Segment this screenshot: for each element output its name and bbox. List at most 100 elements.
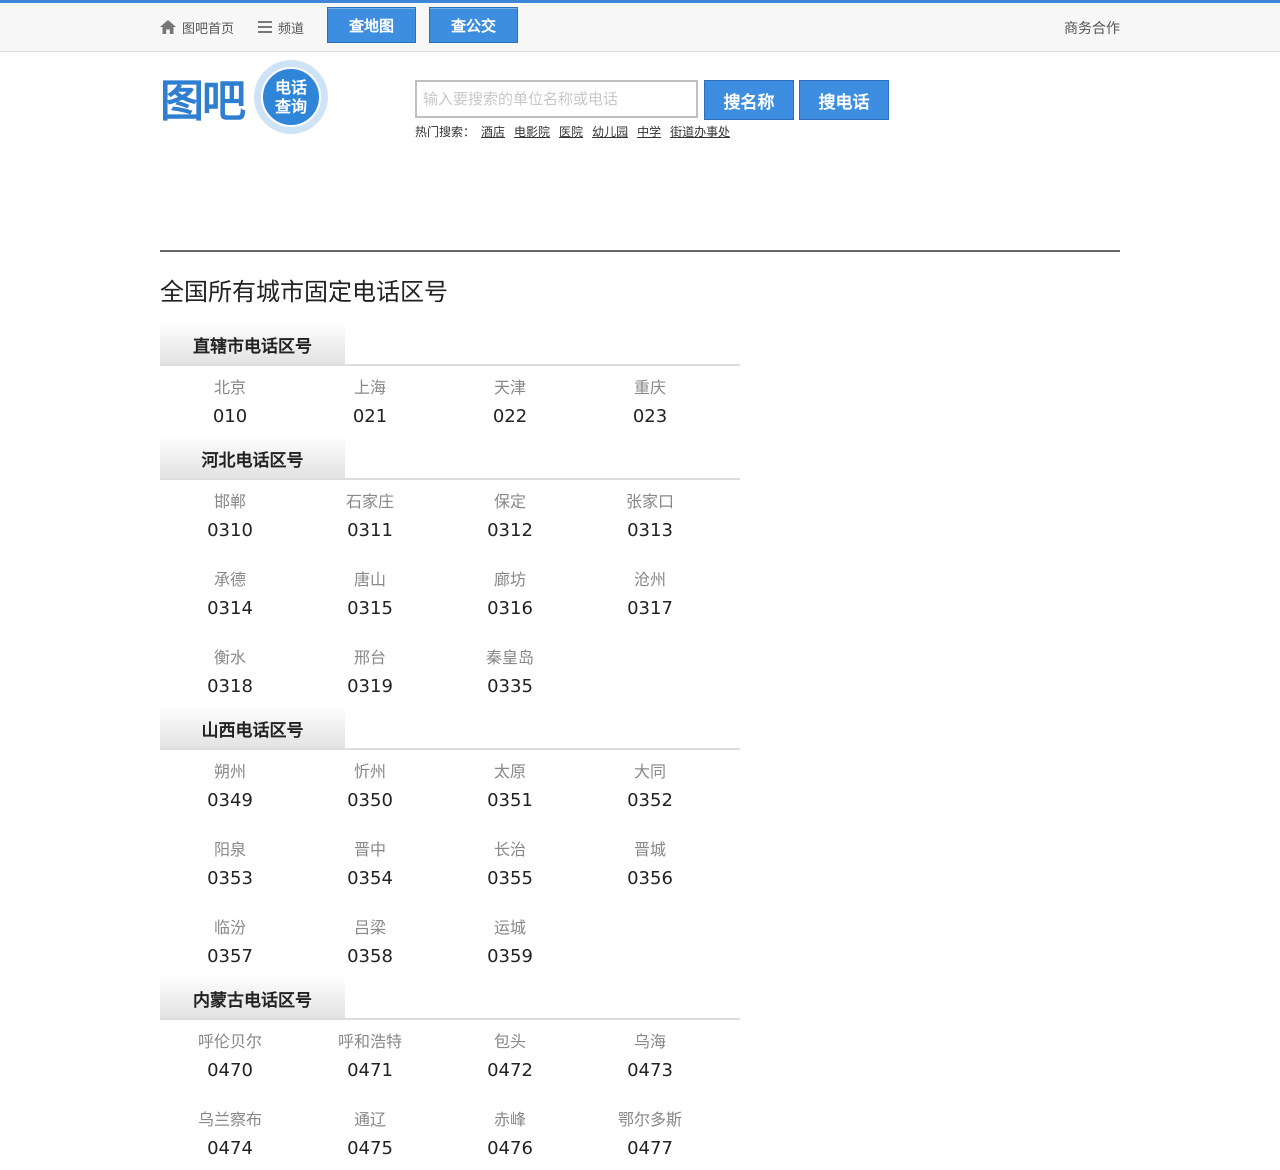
area-code: 0359: [487, 946, 533, 967]
city-name: 承德: [213, 570, 246, 589]
top-bar: 图吧首页 频道 查地图 查公交 商务合作: [0, 0, 1280, 52]
top-bar-inner: 图吧首页 频道 查地图 查公交 商务合作: [160, 3, 1120, 52]
city-item[interactable]: 呼伦贝尔 0470: [160, 1032, 300, 1082]
city-item[interactable]: 呼和浩特 0471: [300, 1032, 440, 1082]
city-name: 呼和浩特: [337, 1032, 402, 1051]
header-divider: [160, 250, 1120, 252]
city-item[interactable]: 朔州 0349: [160, 762, 300, 812]
search-input[interactable]: [415, 80, 698, 118]
city-item[interactable]: 阳泉 0353: [160, 840, 300, 890]
city-item[interactable]: 承德 0314: [160, 570, 300, 620]
area-code: 0335: [487, 676, 533, 697]
city-item[interactable]: 大同 0352: [580, 762, 720, 812]
city-item[interactable]: 秦皇岛 0335: [440, 648, 580, 698]
city-name: 廊坊: [493, 570, 526, 589]
city-item[interactable]: 运城 0359: [440, 918, 580, 968]
region-section: 直辖市电话区号北京 010 上海 021 天津 022 重庆 023: [160, 324, 740, 438]
page-title: 全国所有城市固定电话区号: [160, 278, 448, 306]
city-item[interactable]: 晋城 0356: [580, 840, 720, 890]
region-title: 直辖市电话区号: [160, 324, 345, 364]
area-code: 0474: [207, 1138, 253, 1159]
city-item[interactable]: 衡水 0318: [160, 648, 300, 698]
city-name: 保定: [493, 492, 526, 511]
hot-search-link[interactable]: 幼儿园: [592, 123, 628, 140]
logo-badge-line2: 查询: [274, 97, 307, 116]
area-code: 0472: [487, 1060, 533, 1081]
region-title: 河北电话区号: [160, 438, 345, 478]
city-item[interactable]: 忻州 0350: [300, 762, 440, 812]
business-link[interactable]: 商务合作: [1064, 18, 1120, 38]
city-name: 晋中: [353, 840, 386, 859]
city-name: 衡水: [213, 648, 246, 667]
search-by-name-button[interactable]: 搜名称: [704, 80, 794, 120]
city-item[interactable]: 沧州 0317: [580, 570, 720, 620]
city-name: 鄂尔多斯: [617, 1110, 682, 1129]
city-item[interactable]: 包头 0472: [440, 1032, 580, 1082]
hot-search-link[interactable]: 街道办事处: [670, 123, 730, 140]
area-code: 0477: [627, 1138, 673, 1159]
hot-search-link[interactable]: 医院: [559, 123, 583, 140]
city-item[interactable]: 邢台 0319: [300, 648, 440, 698]
city-grid: 邯郸 0310 石家庄 0311 保定 0312 张家口 0313 承德 0314 唐山 0315 廊坊…: [160, 480, 740, 708]
logo-badge-ring: 电话 查询: [254, 60, 328, 134]
city-item[interactable]: 吕梁 0358: [300, 918, 440, 968]
city-name: 呼伦贝尔: [197, 1032, 262, 1051]
area-code: 0353: [207, 868, 253, 889]
city-name: 忻州: [353, 762, 386, 781]
city-item[interactable]: 长治 0355: [440, 840, 580, 890]
area-code: 0310: [207, 520, 253, 541]
city-item[interactable]: 石家庄 0311: [300, 492, 440, 542]
city-item[interactable]: 廊坊 0316: [440, 570, 580, 620]
area-code: 0350: [347, 790, 393, 811]
area-code: 0316: [487, 598, 533, 619]
city-name: 太原: [493, 762, 526, 781]
menu-icon: [258, 21, 272, 33]
city-item[interactable]: 乌海 0473: [580, 1032, 720, 1082]
area-code: 0357: [207, 946, 253, 967]
area-code: 021: [352, 406, 388, 427]
city-item[interactable]: 重庆 023: [580, 378, 720, 428]
city-name: 石家庄: [345, 492, 394, 511]
area-code: 0476: [487, 1138, 533, 1159]
region-section: 内蒙古电话区号 呼伦贝尔 0470 呼和浩特 0471 包头 0472 乌海 0473 乌兰察布 0…: [160, 978, 740, 1170]
city-item[interactable]: 赤峰 0476: [440, 1110, 580, 1160]
city-item[interactable]: 上海 021: [300, 378, 440, 428]
nav-home-link[interactable]: 图吧首页: [160, 17, 234, 37]
bus-search-button[interactable]: 查公交: [429, 7, 518, 43]
area-code: 0317: [627, 598, 673, 619]
city-item[interactable]: 天津 022: [440, 378, 580, 428]
area-code: 0314: [207, 598, 253, 619]
city-name: 长治: [493, 840, 526, 859]
region-section: 河北电话区号邯郸 0310 石家庄 0311 保定 0312 张家口 0313 承德 0314 唐山…: [160, 438, 740, 708]
city-name: 临汾: [213, 918, 246, 937]
city-name: 邯郸: [213, 492, 246, 511]
region-header: 直辖市电话区号: [160, 324, 740, 366]
city-item[interactable]: 临汾 0357: [160, 918, 300, 968]
city-item[interactable]: 晋中 0354: [300, 840, 440, 890]
city-item[interactable]: 鄂尔多斯 0477: [580, 1110, 720, 1160]
nav-channel-label: 频道: [278, 21, 305, 37]
city-name: 乌兰察布: [197, 1110, 262, 1129]
map-search-button[interactable]: 查地图: [327, 7, 416, 43]
city-item[interactable]: 唐山 0315: [300, 570, 440, 620]
city-item[interactable]: 保定 0312: [440, 492, 580, 542]
city-item[interactable]: 邯郸 0310: [160, 492, 300, 542]
hot-search-link[interactable]: 电影院: [514, 123, 550, 140]
city-name: 天津: [493, 378, 526, 397]
nav-channel-link[interactable]: 频道: [258, 17, 304, 37]
city-item[interactable]: 通辽 0475: [300, 1110, 440, 1160]
region-header: 山西电话区号: [160, 708, 740, 750]
city-item[interactable]: 北京 010: [160, 378, 300, 428]
area-code: 0319: [347, 676, 393, 697]
city-grid: 朔州 0349 忻州 0350 太原 0351 大同 0352 阳泉 0353 晋中 0354 长治 03…: [160, 750, 740, 978]
site-logo[interactable]: 图吧 电话 查询: [160, 60, 332, 144]
city-name: 赤峰: [493, 1110, 526, 1129]
city-item[interactable]: 太原 0351: [440, 762, 580, 812]
area-code: 0356: [627, 868, 673, 889]
city-item[interactable]: 张家口 0313: [580, 492, 720, 542]
city-name: 唐山: [353, 570, 386, 589]
city-item[interactable]: 乌兰察布 0474: [160, 1110, 300, 1160]
search-by-phone-button[interactable]: 搜电话: [799, 80, 889, 120]
hot-search-link[interactable]: 中学: [637, 123, 661, 140]
hot-search-link[interactable]: 酒店: [481, 123, 505, 140]
